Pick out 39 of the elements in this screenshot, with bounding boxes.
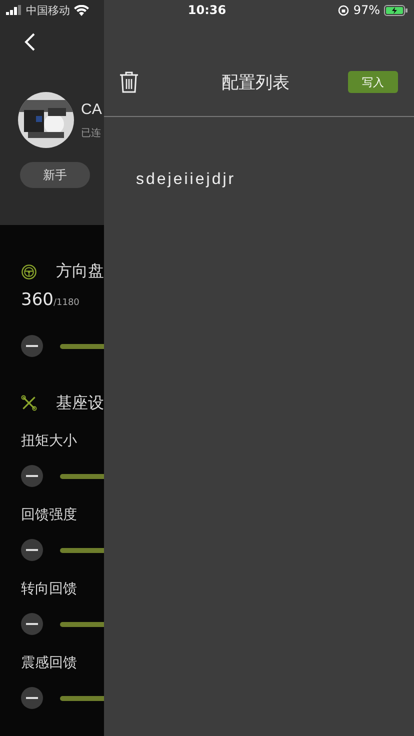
section-title: 基座设 xyxy=(56,392,104,414)
drawer-title: 配置列表 xyxy=(222,72,290,94)
steering-wheel-icon xyxy=(21,262,37,282)
rotation-value: 360 xyxy=(21,290,54,310)
minus-button[interactable] xyxy=(21,539,43,561)
mode-button[interactable]: 新手 xyxy=(20,162,90,188)
back-icon[interactable] xyxy=(24,32,36,52)
minus-button[interactable] xyxy=(21,687,43,709)
minus-icon xyxy=(26,623,38,625)
device-name: CA xyxy=(81,100,102,118)
minus-icon xyxy=(26,697,38,699)
slider-fill[interactable] xyxy=(60,474,104,478)
slider-fill[interactable] xyxy=(60,548,104,552)
minus-button[interactable] xyxy=(21,613,43,635)
status-time: 10:36 xyxy=(188,3,226,17)
minus-icon xyxy=(26,549,38,551)
rotation-max: /1180 xyxy=(53,298,80,308)
orientation-lock-icon xyxy=(338,4,350,16)
parameter-label: 震感回馈 xyxy=(21,654,78,672)
minus-button[interactable] xyxy=(21,465,43,487)
config-item[interactable]: sdejeiiejdjr xyxy=(136,171,414,189)
battery-percent: 97% xyxy=(353,3,380,17)
parameter-label: 回馈强度 xyxy=(21,506,78,524)
minus-icon xyxy=(26,475,38,477)
signal-icon xyxy=(6,5,22,15)
parameter-label: 转向回馈 xyxy=(21,580,78,598)
wifi-icon xyxy=(74,4,89,16)
slider-fill[interactable] xyxy=(60,622,104,626)
trash-icon[interactable] xyxy=(119,71,139,93)
minus-icon xyxy=(26,345,38,347)
parameter-label: 扭矩大小 xyxy=(21,432,78,450)
slider-fill[interactable] xyxy=(60,344,104,348)
slider-fill[interactable] xyxy=(60,696,104,700)
section-title: 方向盘 xyxy=(56,261,104,282)
battery-icon xyxy=(384,4,408,16)
carrier-name: 中国移动 xyxy=(26,2,70,18)
minus-button[interactable] xyxy=(21,335,43,357)
connection-status: 已连 xyxy=(81,126,102,140)
write-button[interactable]: 写入 xyxy=(348,71,398,93)
